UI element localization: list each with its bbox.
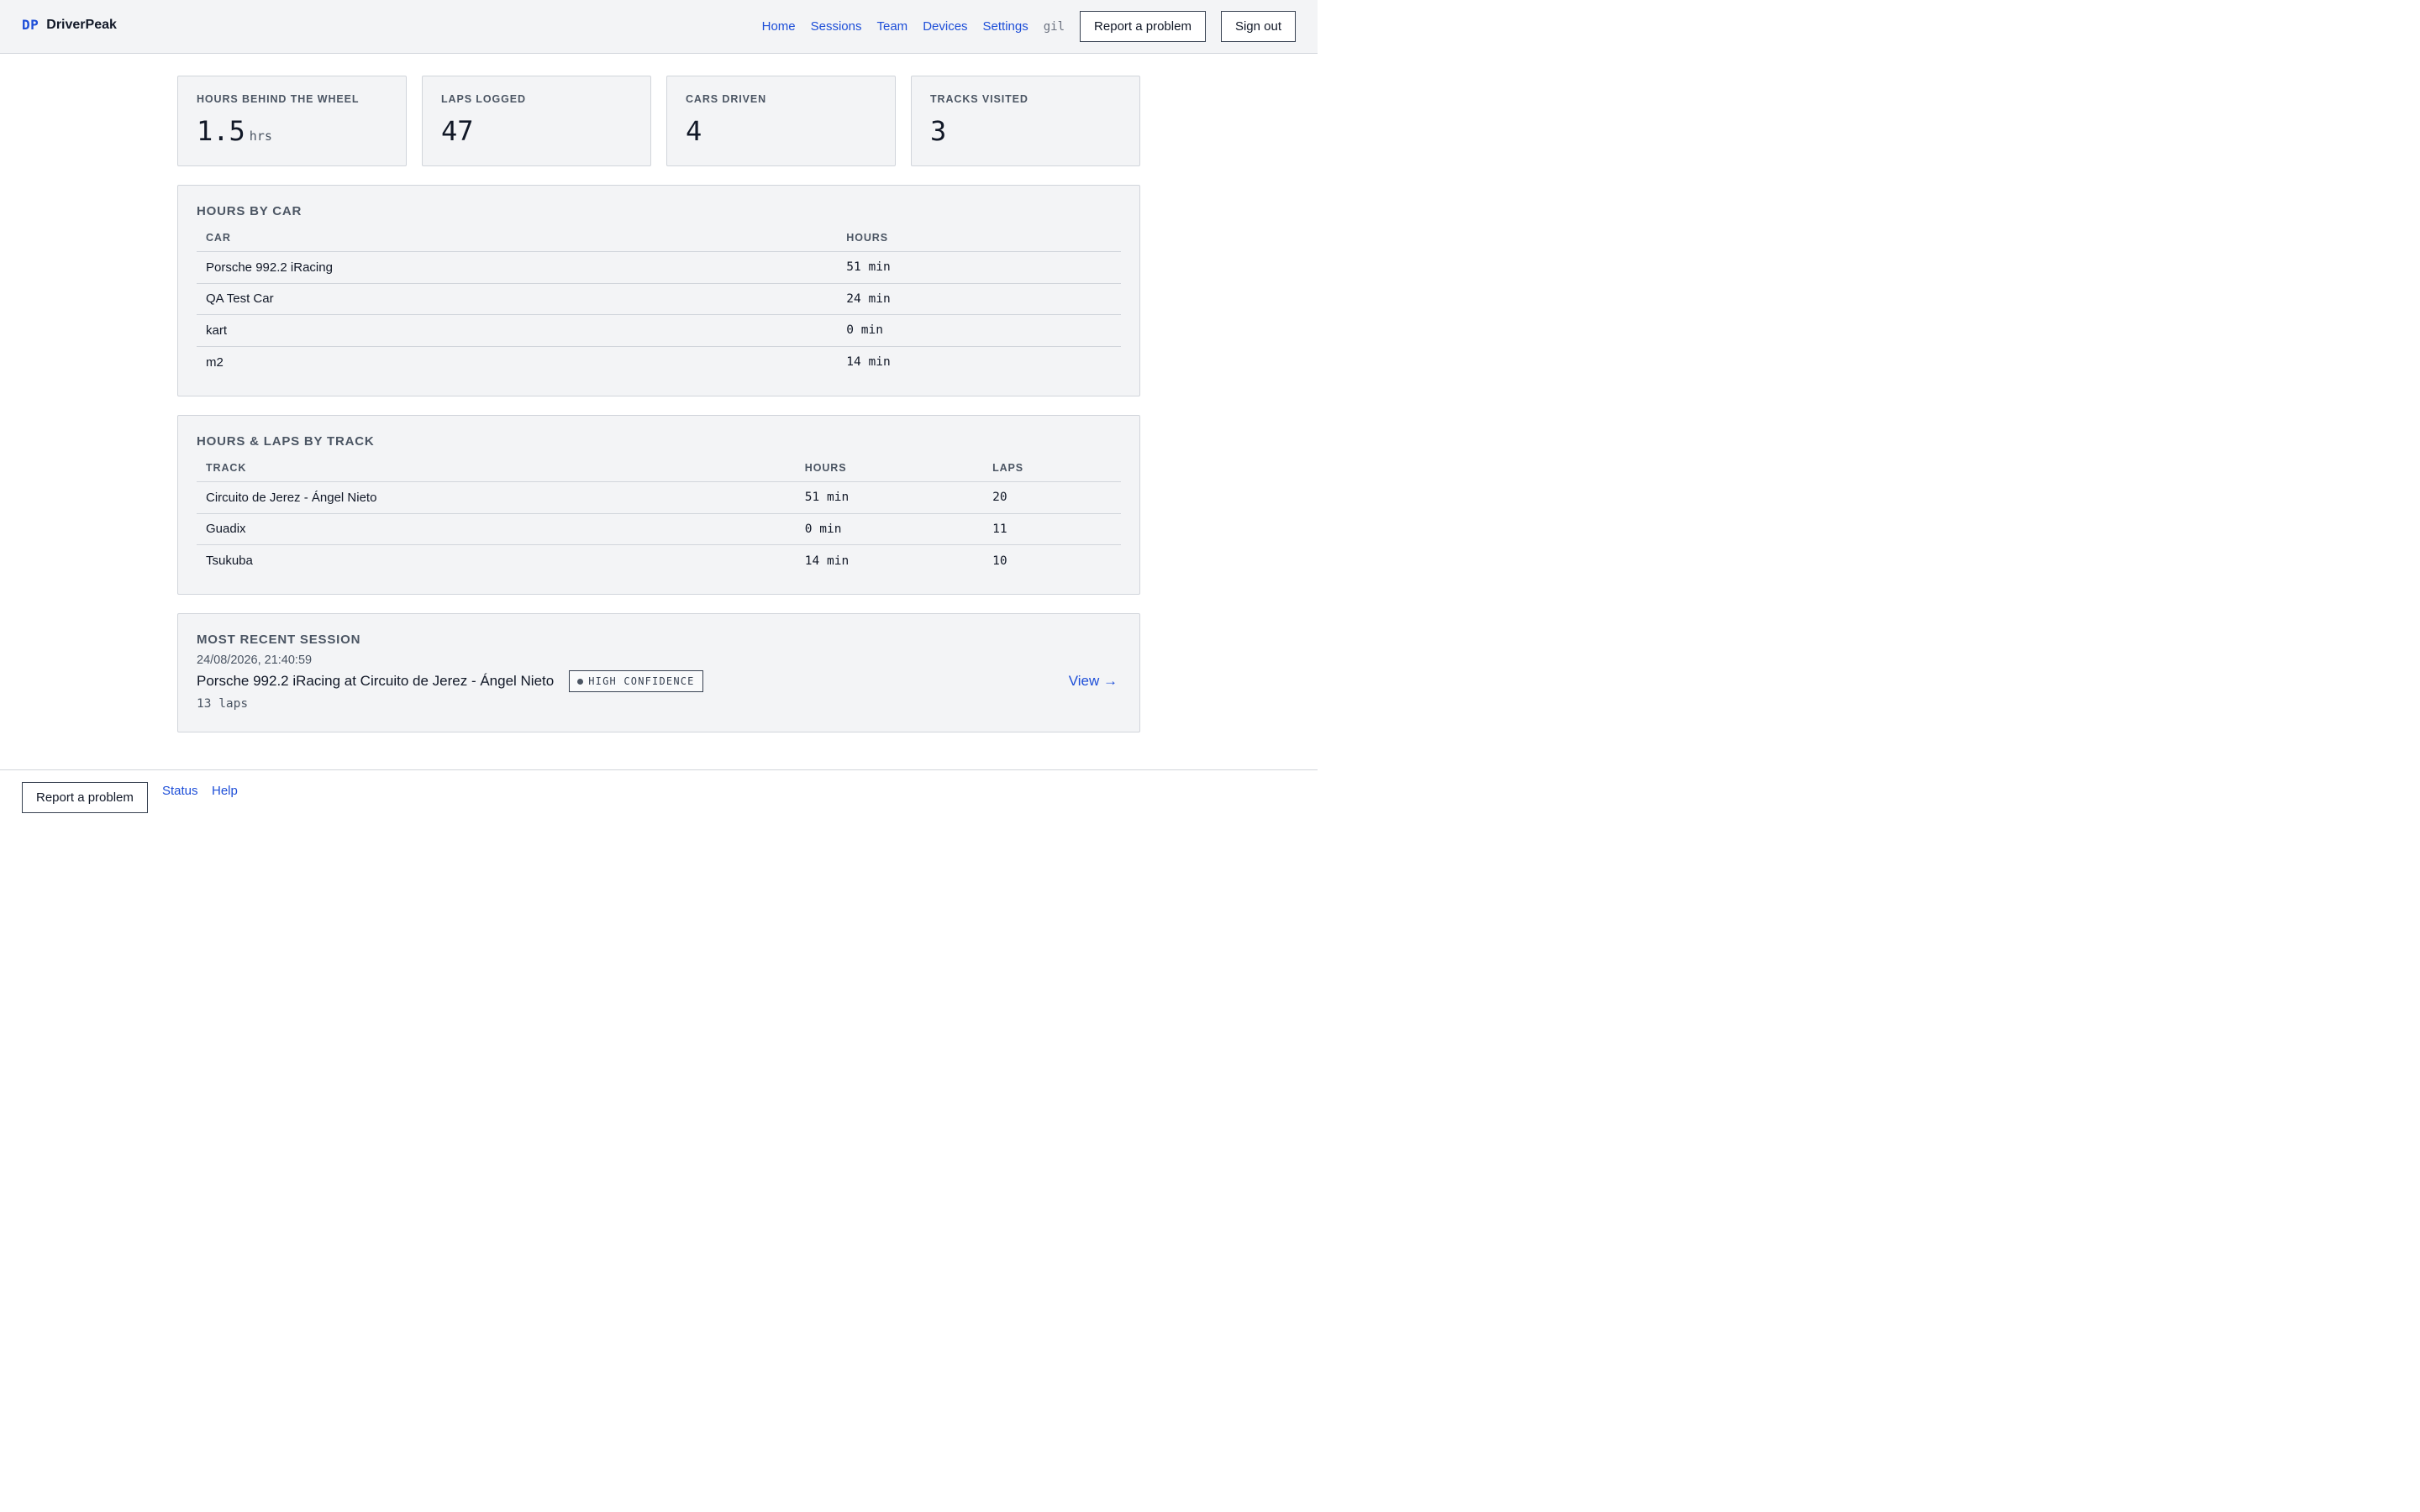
confidence-badge: HIGH CONFIDENCE <box>569 670 703 692</box>
track-laps: 10 <box>992 554 1007 568</box>
stat-label: TRACKS VISITED <box>930 93 1028 105</box>
session-date: 24/08/2026, 21:40:59 <box>197 654 313 667</box>
car-hours: 14 min <box>846 355 891 369</box>
column-header-hours: HOURS <box>795 457 984 482</box>
track-laps: 11 <box>983 513 1121 545</box>
footer-report-problem-button[interactable]: Report a problem <box>22 782 148 813</box>
car-name: Porsche 992.2 iRacing <box>197 251 838 284</box>
table-row: kart 0 min <box>197 314 1121 347</box>
confidence-badge-label: HIGH CONFIDENCE <box>588 675 695 687</box>
top-navigation-bar: DP DriverPeak Home Sessions Team Devices… <box>0 0 1318 54</box>
column-header-track: TRACK <box>197 457 796 482</box>
track-name: Tsukuba <box>206 554 253 568</box>
stat-value: 4 <box>686 115 702 147</box>
nav-sessions[interactable]: Sessions <box>811 19 862 34</box>
car-name: kart <box>197 314 838 347</box>
table-row: Guadix 0 min 11 <box>197 513 1121 545</box>
view-session-link[interactable]: View → <box>1069 673 1118 690</box>
column-header-car: CAR <box>197 227 838 252</box>
status-dot-icon <box>577 678 584 685</box>
hours-by-car-panel: HOURS BY CAR CAR HOURS Porsche 992.2 iRa… <box>177 185 1140 396</box>
table-row: Tsukuba 14 min 10 <box>197 545 1121 577</box>
main-nav: Home Sessions Team Devices Settings gil … <box>762 11 1296 42</box>
nav-team[interactable]: Team <box>877 19 908 34</box>
nav-settings[interactable]: Settings <box>983 19 1028 34</box>
stat-label: LAPS LOGGED <box>441 93 526 105</box>
column-header-laps: LAPS <box>983 457 1121 482</box>
stat-card-laps: LAPS LOGGED 47 <box>422 76 651 166</box>
track-hours: 0 min <box>795 513 984 545</box>
track-hours: 14 min <box>804 554 850 568</box>
car-name: m2 <box>206 354 224 370</box>
nav-devices[interactable]: Devices <box>923 19 967 34</box>
footer-link-status[interactable]: Status <box>162 784 198 798</box>
car-hours: 51 min <box>837 251 1121 284</box>
hours-by-car-table: CAR HOURS Porsche 992.2 iRacing 51 min Q… <box>197 227 1121 378</box>
hours-laps-by-track-panel: HOURS & LAPS BY TRACK TRACK HOURS LAPS C… <box>177 415 1140 595</box>
session-title: Porsche 992.2 iRacing at Circuito de Jer… <box>197 673 555 689</box>
session-laps: 13 laps <box>197 697 249 711</box>
stat-value: 47 <box>441 115 474 147</box>
car-hours: 24 min <box>837 283 1121 315</box>
brand-name: DriverPeak <box>46 17 117 32</box>
most-recent-session-panel: MOST RECENT SESSION 24/08/2026, 21:40:59… <box>177 613 1140 732</box>
stat-value: 1.5 <box>197 115 245 147</box>
panel-title: HOURS & LAPS BY TRACK <box>197 434 375 449</box>
stat-value: 3 <box>930 115 947 147</box>
stat-unit: hrs <box>249 129 272 144</box>
stat-card-tracks: TRACKS VISITED 3 <box>911 76 1140 166</box>
footer: Report a problem Status Help <box>0 769 1318 823</box>
report-problem-button[interactable]: Report a problem <box>1080 11 1206 42</box>
brand[interactable]: DP DriverPeak <box>22 17 117 33</box>
track-name: Circuito de Jerez - Ángel Nieto <box>197 481 796 514</box>
nav-home[interactable]: Home <box>762 19 796 34</box>
stat-label: HOURS BEHIND THE WHEEL <box>197 93 360 105</box>
hours-laps-by-track-table: TRACK HOURS LAPS Circuito de Jerez - Áng… <box>197 457 1121 576</box>
track-hours: 51 min <box>795 481 984 514</box>
panel-title: MOST RECENT SESSION <box>197 633 361 647</box>
dashboard-content: HOURS BEHIND THE WHEEL 1.5 hrs LAPS LOGG… <box>177 76 1140 732</box>
track-name: Guadix <box>197 513 796 545</box>
brand-logo: DP <box>22 17 39 33</box>
table-row: Circuito de Jerez - Ángel Nieto 51 min 2… <box>197 481 1121 514</box>
panel-title: HOURS BY CAR <box>197 204 302 218</box>
current-username: gil <box>1043 19 1065 34</box>
table-row: Porsche 992.2 iRacing 51 min <box>197 251 1121 284</box>
stat-card-hours: HOURS BEHIND THE WHEEL 1.5 hrs <box>177 76 407 166</box>
stat-card-cars: CARS DRIVEN 4 <box>666 76 896 166</box>
car-hours: 0 min <box>837 314 1121 347</box>
car-name: QA Test Car <box>197 283 838 315</box>
sign-out-button[interactable]: Sign out <box>1220 11 1296 42</box>
stats-row: HOURS BEHIND THE WHEEL 1.5 hrs LAPS LOGG… <box>177 76 1140 166</box>
stat-label: CARS DRIVEN <box>686 93 767 105</box>
table-row: QA Test Car 24 min <box>197 283 1121 315</box>
track-laps: 20 <box>983 481 1121 514</box>
footer-link-help[interactable]: Help <box>212 784 238 798</box>
table-row: m2 14 min <box>197 346 1121 378</box>
column-header-hours: HOURS <box>837 227 1121 252</box>
